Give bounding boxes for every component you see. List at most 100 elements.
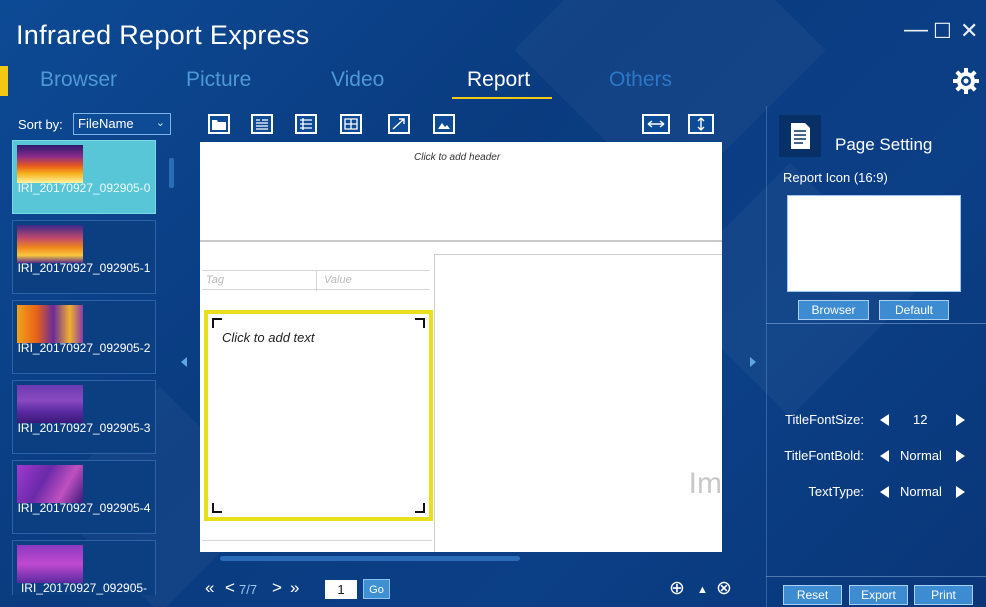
report-canvas: Click to add header Tag Value Im Click t… [200, 142, 722, 552]
title-font-size-label: TitleFontSize: [785, 412, 864, 427]
image-placeholder-text: Im [688, 467, 722, 500]
thumbnail-item[interactable]: IRI_20170927_092905-1 [12, 220, 156, 294]
tab-others[interactable]: Others [609, 68, 672, 92]
default-button[interactable]: Default [879, 300, 949, 320]
corner-handle[interactable] [212, 503, 222, 513]
thumbnail-scrollbar[interactable] [169, 158, 174, 188]
document-icon [791, 123, 810, 149]
gear-icon[interactable] [951, 66, 981, 96]
thumbnail-caption: IRI_20170927_092905-4 [17, 501, 151, 515]
panel-divider [766, 323, 986, 324]
corner-handle[interactable] [212, 318, 222, 328]
prev-page-button[interactable]: < [225, 578, 235, 598]
corner-handle[interactable] [415, 318, 425, 328]
thumbnail-item[interactable]: IRI_20170927_092905-0 [12, 140, 156, 214]
thumbnail-caption: IRI_20170927_092905- [20, 581, 148, 595]
text-hint: Click to add text [222, 330, 315, 345]
sort-dropdown[interactable]: FileName ⌄ [73, 113, 171, 135]
prev-text-type-icon[interactable] [880, 486, 889, 498]
tag-column-header: Tag [206, 274, 224, 286]
report-header-area[interactable]: Click to add header [200, 142, 722, 242]
diagonal-arrow-icon [392, 118, 405, 130]
title-font-bold-label: TitleFontBold: [784, 448, 864, 463]
canvas-horizontal-scrollbar[interactable] [220, 556, 520, 561]
tab-report[interactable]: Report [467, 68, 530, 92]
thermal-image [17, 145, 83, 183]
report-text-area[interactable]: Click to add text [204, 310, 433, 521]
header-hint: Click to add header [414, 152, 501, 163]
collapse-left-arrow-icon[interactable] [181, 357, 187, 367]
thumbnail-caption: IRI_20170927_092905-1 [17, 261, 151, 275]
horizontal-arrows-icon [647, 120, 665, 128]
report-image-area[interactable]: Im [434, 254, 722, 552]
thumbnail-caption: IRI_20170927_092905-2 [17, 341, 151, 355]
corner-handle[interactable] [415, 503, 425, 513]
table-bottom-line [202, 540, 432, 541]
arrow-tool[interactable] [388, 114, 410, 134]
reset-button[interactable]: Reset [783, 585, 842, 605]
thermal-image [17, 545, 83, 583]
browser-button[interactable]: Browser [798, 300, 869, 320]
table-tool[interactable] [340, 114, 362, 134]
value-column-header: Value [324, 274, 352, 286]
tab-marker [0, 66, 8, 96]
thumbnail-item[interactable]: IRI_20170927_092905- [12, 540, 156, 595]
print-button[interactable]: Print [914, 585, 973, 605]
maximize-button[interactable]: ☐ [933, 20, 952, 44]
next-text-type-icon[interactable] [956, 486, 965, 498]
fit-width-tool[interactable] [642, 114, 670, 134]
export-button[interactable]: Export [849, 585, 908, 605]
thumbnail-item[interactable]: IRI_20170927_092905-3 [12, 380, 156, 454]
list-tool[interactable] [295, 114, 317, 134]
tab-video[interactable]: Video [331, 68, 384, 92]
first-page-button[interactable]: « [205, 578, 214, 598]
page-setting-button[interactable] [779, 115, 821, 157]
title-font-size-value: 12 [913, 412, 928, 427]
increase-font-size-icon[interactable] [956, 414, 965, 426]
collapse-right-arrow-icon[interactable] [750, 357, 756, 367]
column-divider [316, 271, 317, 291]
thumbnail-list[interactable]: IRI_20170927_092905-0 IRI_20170927_09290… [12, 140, 157, 595]
tab-picture[interactable]: Picture [186, 68, 251, 92]
close-button[interactable]: ✕ [960, 19, 978, 43]
open-folder-tool[interactable] [208, 114, 230, 134]
folder-icon [212, 120, 226, 130]
next-bold-option-icon[interactable] [956, 450, 965, 462]
chevron-down-icon: ⌄ [155, 117, 165, 129]
thermal-image [17, 385, 83, 423]
thumbnail-item[interactable]: IRI_20170927_092905-2 [12, 300, 156, 374]
go-button[interactable]: Go [363, 579, 390, 599]
title-bar: Infrared Report Express — ☐ ✕ [0, 0, 986, 60]
list-icon [300, 118, 312, 130]
report-icon-preview[interactable] [787, 195, 961, 292]
text-type-value: Normal [900, 484, 942, 499]
tag-value-table-header[interactable]: Tag Value [202, 270, 430, 291]
last-page-button[interactable]: » [290, 578, 299, 598]
thumbnail-caption: IRI_20170927_092905-3 [17, 421, 151, 435]
page-setting-title: Page Setting [835, 135, 933, 154]
tab-browser[interactable]: Browser [40, 68, 117, 92]
text-tool[interactable] [251, 114, 273, 134]
image-icon [438, 123, 450, 129]
prev-bold-option-icon[interactable] [880, 450, 889, 462]
decrease-font-size-icon[interactable] [880, 414, 889, 426]
vertical-arrows-icon [697, 117, 705, 131]
thermal-image [17, 305, 83, 343]
text-icon [256, 119, 268, 130]
thumbnail-caption: IRI_20170927_092905-0 [17, 181, 151, 195]
image-tool[interactable] [433, 114, 455, 134]
next-page-button[interactable]: > [272, 578, 282, 598]
report-icon-label: Report Icon (16:9) [783, 170, 888, 185]
zoom-in-icon[interactable]: ⊕ [669, 577, 685, 600]
thermal-image [17, 465, 83, 503]
thumbnail-item[interactable]: IRI_20170927_092905-4 [12, 460, 156, 534]
minimize-button[interactable]: — [904, 18, 928, 42]
text-type-label: TextType: [808, 484, 864, 499]
zoom-out-icon[interactable]: ⊗ [716, 577, 732, 600]
app-title: Infrared Report Express [16, 20, 310, 50]
title-font-bold-value: Normal [900, 448, 942, 463]
fit-height-tool[interactable] [688, 114, 714, 134]
up-arrow-icon[interactable]: ▲ [697, 584, 708, 596]
thermal-image [17, 225, 83, 263]
page-number-input[interactable]: 1 [325, 580, 357, 599]
